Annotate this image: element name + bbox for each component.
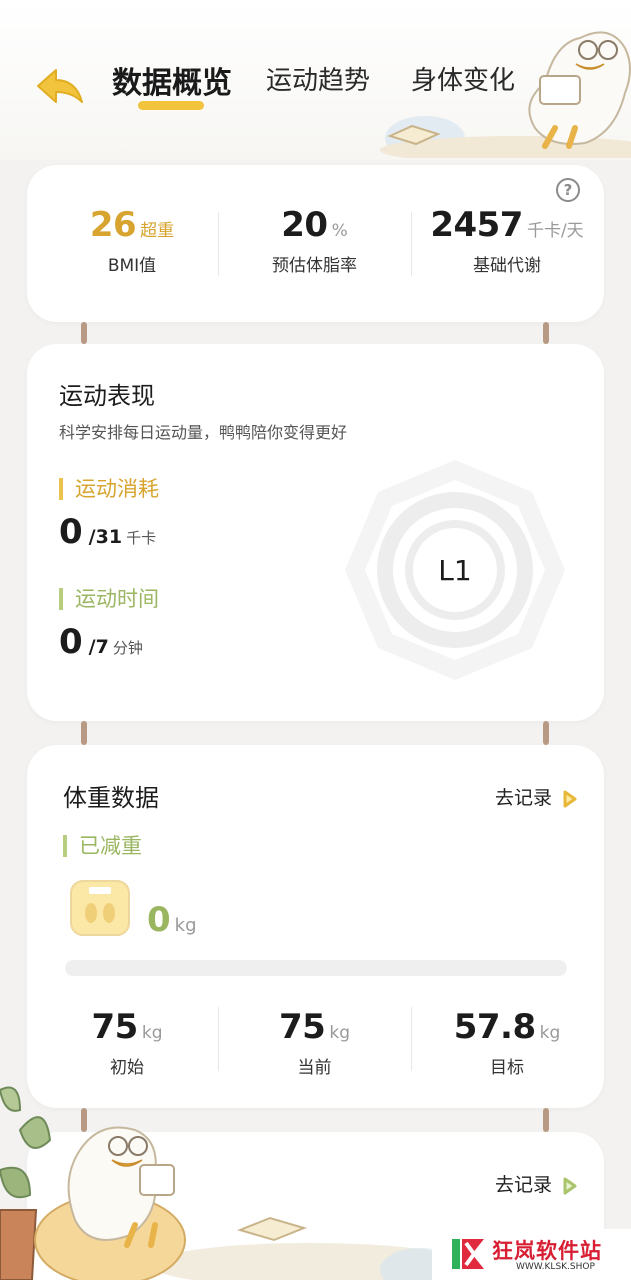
scale-icon: [70, 880, 130, 936]
bmr-unit: 千卡/天: [526, 221, 584, 241]
weight-lost-unit: kg: [174, 915, 197, 936]
watermark: 狂岚软件站 WWW.KLSK.SHOP: [432, 1229, 631, 1280]
weight-progress-bar: [65, 960, 567, 976]
bmi-status: 超重: [140, 221, 175, 241]
calories-metric: 0/31 千卡: [59, 512, 156, 552]
target-weight-stat: 57.8 kg 目标: [417, 1007, 597, 1078]
bmr-value: 2457: [430, 205, 523, 245]
exercise-performance-card: 运动表现 科学安排每日运动量，鸭鸭陪你变得更好 运动消耗 0/31 千卡 运动时间…: [27, 344, 604, 721]
level-text: L1: [438, 554, 471, 587]
next-record-button[interactable]: 去记录: [495, 1170, 578, 1197]
bmi-label: BMI值: [107, 256, 157, 276]
play-arrow-icon: [563, 790, 577, 807]
back-arrow-icon: [37, 69, 83, 103]
weight-data-card: 体重数据 去记录 已减重 0 kg 75 kg 初始 75 kg 当前 57.8 kg …: [27, 745, 604, 1108]
duck-plant-illustration: [0, 1086, 440, 1280]
exercise-time-metric: 0/7 分钟: [59, 622, 143, 662]
initial-weight-unit: kg: [141, 1023, 163, 1043]
current-weight-unit: kg: [329, 1023, 350, 1043]
bmi-stat: 26 超重 BMI值: [47, 205, 217, 276]
calories-unit: 千卡: [126, 529, 157, 547]
tab-data-overview[interactable]: 数据概览: [112, 58, 232, 102]
watermark-name: 狂岚软件站: [492, 1239, 602, 1263]
record-link-label: 去记录: [495, 1174, 553, 1196]
weight-lost-label: 已减重: [63, 835, 142, 857]
weight-lost-value: 0: [147, 900, 171, 940]
rope-decoration: [81, 721, 87, 745]
weight-record-button[interactable]: 去记录: [495, 783, 578, 810]
exercise-card-title: 运动表现: [59, 382, 155, 410]
initial-weight-value: 75: [91, 1007, 139, 1047]
divider: [411, 212, 412, 276]
rope-decoration: [543, 721, 549, 745]
calories-target: /31: [88, 526, 123, 548]
exercise-time-unit: 分钟: [112, 639, 143, 657]
help-icon[interactable]: ?: [556, 178, 580, 202]
body-fat-unit: %: [331, 221, 348, 241]
exercise-card-subtitle: 科学安排每日运动量，鸭鸭陪你变得更好: [59, 423, 348, 442]
level-badge: L1: [345, 460, 565, 680]
rope-decoration: [81, 322, 87, 344]
watermark-url: WWW.KLSK.SHOP: [516, 1262, 595, 1272]
body-fat-stat: 20% 预估体脂率: [223, 205, 406, 276]
target-weight-label: 目标: [490, 1058, 524, 1078]
bmr-stat: 2457 千卡/天 基础代谢: [417, 205, 597, 276]
rope-decoration: [543, 1108, 549, 1132]
back-button[interactable]: [32, 62, 92, 112]
calories-value: 0: [59, 512, 83, 552]
watermark-logo-icon: [452, 1239, 484, 1269]
rope-decoration: [543, 322, 549, 344]
record-link-label: 去记录: [495, 787, 553, 809]
weight-lost-metric: 0 kg: [147, 900, 197, 940]
divider: [218, 212, 219, 276]
bmr-label: 基础代谢: [473, 256, 541, 276]
exercise-time-label: 运动时间: [59, 588, 159, 610]
target-weight-value: 57.8: [453, 1007, 536, 1047]
bmi-value: 26: [89, 205, 137, 245]
tab-body-change[interactable]: 身体变化: [411, 60, 515, 97]
exercise-time-target: /7: [88, 636, 109, 658]
play-arrow-icon: [563, 1177, 577, 1194]
active-tab-indicator: [138, 101, 204, 110]
calories-label: 运动消耗: [59, 478, 159, 500]
current-weight-value: 75: [279, 1007, 326, 1047]
summary-card: ? 26 超重 BMI值 20% 预估体脂率 2457 千卡/天 基础代谢: [27, 165, 604, 322]
body-fat-value: 20: [281, 205, 328, 245]
weight-card-title: 体重数据: [63, 784, 159, 812]
target-weight-unit: kg: [539, 1023, 561, 1043]
body-fat-label: 预估体脂率: [272, 256, 357, 276]
tab-exercise-trend[interactable]: 运动趋势: [266, 60, 370, 97]
exercise-time-value: 0: [59, 622, 83, 662]
